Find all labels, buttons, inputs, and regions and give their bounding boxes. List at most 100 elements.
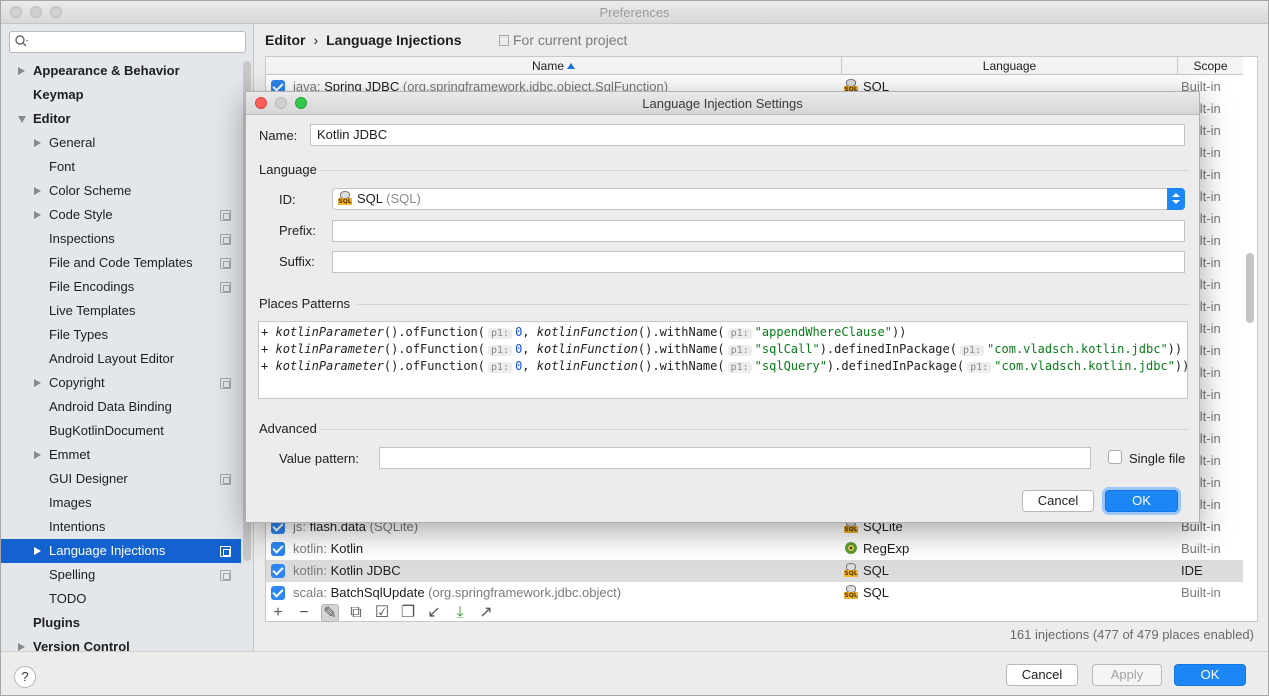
sidebar-item-inspections[interactable]: Inspections xyxy=(1,227,241,251)
sidebar-item-images[interactable]: Images xyxy=(1,491,241,515)
name-field[interactable]: Kotlin JDBC xyxy=(310,124,1185,146)
search-input[interactable] xyxy=(9,31,246,53)
chevron-updown-icon[interactable] xyxy=(1167,188,1185,210)
chevron-right-icon[interactable] xyxy=(18,643,25,651)
single-file-checkbox[interactable] xyxy=(1108,450,1122,464)
value-pattern-field[interactable] xyxy=(379,447,1091,469)
sidebar-item-plugins[interactable]: Plugins xyxy=(1,611,241,635)
enabled-checkbox[interactable] xyxy=(271,564,285,578)
language-id-value: SQL xyxy=(357,191,383,206)
sidebar-item-live-templates[interactable]: Live Templates xyxy=(1,299,241,323)
column-header-language[interactable]: Language xyxy=(842,57,1178,75)
sidebar-item-file-types[interactable]: File Types xyxy=(1,323,241,347)
title-bar: Preferences xyxy=(1,1,1268,24)
sidebar-item-label: Color Scheme xyxy=(49,183,132,198)
chevron-right-icon[interactable] xyxy=(34,187,41,195)
project-scope-icon xyxy=(220,474,231,485)
sidebar-item-file-encodings[interactable]: File Encodings xyxy=(1,275,241,299)
language-id-select[interactable]: SQL SQL (SQL) xyxy=(332,188,1185,210)
language-section: Language xyxy=(259,162,1189,177)
sql-icon: SQL xyxy=(844,563,858,577)
breadcrumb-parent[interactable]: Editor xyxy=(265,32,305,48)
dialog-cancel-button[interactable]: Cancel xyxy=(1022,490,1094,512)
export-icon[interactable]: ↗ xyxy=(477,604,495,622)
ok-button[interactable]: OK xyxy=(1174,664,1246,686)
chevron-right-icon[interactable] xyxy=(34,379,41,387)
chevron-down-icon[interactable] xyxy=(18,116,26,123)
advanced-section: Advanced xyxy=(259,421,1189,436)
injection-name: kotlin: Kotlin xyxy=(293,538,363,560)
download-icon[interactable]: ⤓ xyxy=(451,604,469,622)
sidebar-item-todo[interactable]: TODO xyxy=(1,587,241,611)
sidebar-item-label: GUI Designer xyxy=(49,471,128,486)
sidebar-item-label: Appearance & Behavior xyxy=(33,63,180,78)
enabled-checkbox[interactable] xyxy=(271,542,285,556)
chevron-right-icon[interactable] xyxy=(34,547,41,555)
sidebar-item-language-injections[interactable]: Language Injections xyxy=(1,539,241,563)
check-icon[interactable]: ☑ xyxy=(373,604,391,622)
table-row[interactable]: kotlin: Kotlin RegExp Built-in xyxy=(266,538,1243,560)
sidebar-item-intentions[interactable]: Intentions xyxy=(1,515,241,539)
table-scrollbar[interactable] xyxy=(1246,253,1254,323)
chevron-right-icon[interactable] xyxy=(34,211,41,219)
column-header-scope[interactable]: Scope xyxy=(1178,57,1243,75)
injection-prefix: kotlin: xyxy=(293,563,327,578)
pattern-line[interactable]: + kotlinParameter().ofFunction(p1: 0, kot… xyxy=(261,358,1187,375)
sidebar-item-font[interactable]: Font xyxy=(1,155,241,179)
prefix-field[interactable] xyxy=(332,220,1185,242)
dialog-ok-button[interactable]: OK xyxy=(1105,490,1178,512)
sidebar-item-android-data-binding[interactable]: Android Data Binding xyxy=(1,395,241,419)
project-scope-icon xyxy=(220,546,231,557)
sidebar-item-gui-designer[interactable]: GUI Designer xyxy=(1,467,241,491)
places-patterns-editor[interactable]: + kotlinParameter().ofFunction(p1: 0, kot… xyxy=(258,321,1188,399)
chevron-right-icon[interactable] xyxy=(18,67,25,75)
pattern-line[interactable]: + kotlinParameter().ofFunction(p1: 0, kot… xyxy=(261,341,1182,358)
import-icon[interactable]: ↙ xyxy=(425,604,443,622)
id-label: ID: xyxy=(279,192,296,207)
project-scope-icon xyxy=(220,282,231,293)
help-button[interactable]: ? xyxy=(14,666,36,688)
remove-icon[interactable]: − xyxy=(295,604,313,622)
advanced-section-label: Advanced xyxy=(259,421,317,436)
sidebar-item-code-style[interactable]: Code Style xyxy=(1,203,241,227)
sidebar-item-label: Android Data Binding xyxy=(49,399,172,414)
duplicate-icon[interactable]: ❐ xyxy=(399,604,417,622)
sidebar-item-appearance-behavior[interactable]: Appearance & Behavior xyxy=(1,59,241,83)
suffix-field[interactable] xyxy=(332,251,1185,273)
edit-icon[interactable]: ✎ xyxy=(321,604,339,622)
sidebar-item-copyright[interactable]: Copyright xyxy=(1,371,241,395)
chevron-right-icon[interactable] xyxy=(34,451,41,459)
sidebar-item-color-scheme[interactable]: Color Scheme xyxy=(1,179,241,203)
add-icon[interactable]: + xyxy=(269,604,287,622)
chevron-right-icon[interactable] xyxy=(34,139,41,147)
sidebar-item-bugkotlindocument[interactable]: BugKotlinDocument xyxy=(1,419,241,443)
suffix-label: Suffix: xyxy=(279,254,315,269)
sidebar-item-emmet[interactable]: Emmet xyxy=(1,443,241,467)
copy-icon[interactable]: ⧉ xyxy=(347,604,365,622)
sidebar-item-keymap[interactable]: Keymap xyxy=(1,83,241,107)
enabled-checkbox[interactable] xyxy=(271,586,285,600)
sidebar-item-editor[interactable]: Editor xyxy=(1,107,241,131)
column-header-name[interactable]: Name xyxy=(266,57,842,75)
sidebar-item-version-control[interactable]: Version Control xyxy=(1,635,241,651)
sidebar-item-label: Copyright xyxy=(49,375,105,390)
project-scope-icon xyxy=(220,234,231,245)
injection-language: SQL SQL xyxy=(844,560,889,582)
sidebar-item-general[interactable]: General xyxy=(1,131,241,155)
cancel-button[interactable]: Cancel xyxy=(1006,664,1078,686)
sidebar-item-android-layout-editor[interactable]: Android Layout Editor xyxy=(1,347,241,371)
sidebar-item-label: Android Layout Editor xyxy=(49,351,175,366)
sidebar-item-label: Live Templates xyxy=(49,303,136,318)
injection-name-text: Kotlin xyxy=(330,541,364,556)
sidebar-item-spelling[interactable]: Spelling xyxy=(1,563,241,587)
pattern-line[interactable]: + kotlinParameter().ofFunction(p1: 0, kot… xyxy=(261,324,906,341)
injection-scope: Built-in xyxy=(1181,541,1221,556)
apply-button[interactable]: Apply xyxy=(1092,664,1162,686)
sidebar-item-file-and-code-templates[interactable]: File and Code Templates xyxy=(1,251,241,275)
settings-sidebar: Appearance & Behavior Keymap Editor General… xyxy=(1,24,254,651)
settings-tree: Appearance & Behavior Keymap Editor General… xyxy=(1,59,241,651)
injection-prefix: scala: xyxy=(293,585,327,600)
language-section-divider xyxy=(321,170,1189,171)
table-row[interactable]: kotlin: Kotlin JDBC SQL SQL IDE xyxy=(266,560,1243,582)
language-id-hint: (SQL) xyxy=(386,191,421,206)
